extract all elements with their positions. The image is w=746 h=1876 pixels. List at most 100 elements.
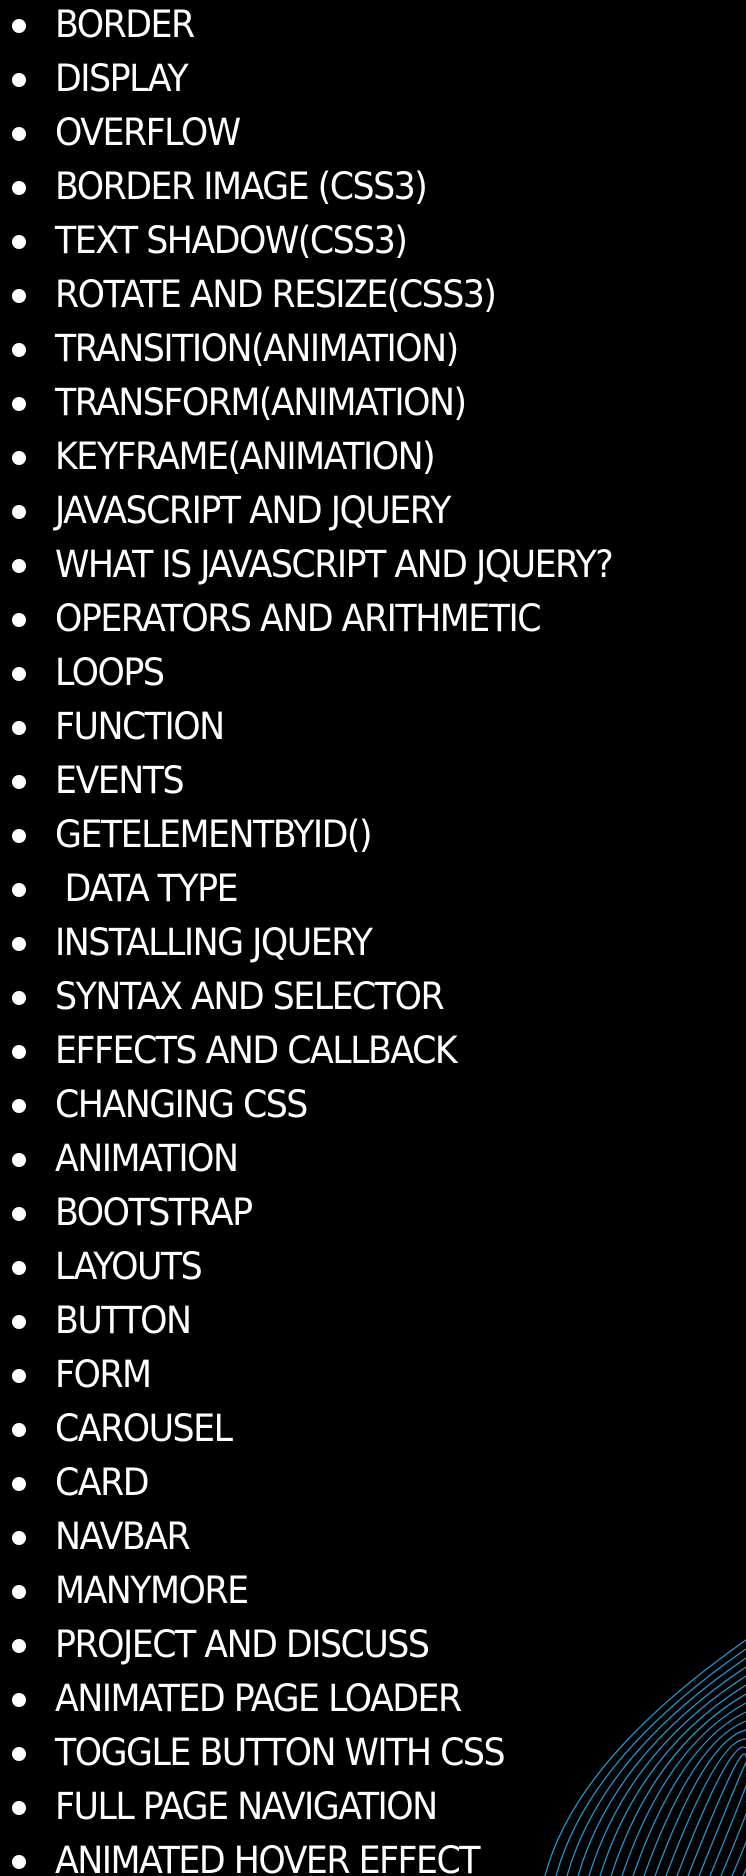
bullet-icon (12, 1423, 26, 1437)
topic-label: ANIMATION (55, 1137, 239, 1180)
topic-label: LOOPS (55, 651, 165, 694)
page: BORDER DISPLAY OVERFLOW BORDER IMAGE (CSS3)… (0, 0, 746, 1876)
bullet-icon (12, 397, 26, 411)
bullet-icon (12, 1801, 26, 1815)
topic-list-item: MANYMORE (0, 1566, 746, 1620)
topic-label: BORDER (55, 3, 195, 46)
bullet-icon (12, 1747, 26, 1761)
bullet-icon (12, 1693, 26, 1707)
bullet-icon (12, 1369, 26, 1383)
topic-list-item: EFFECTS AND CALLBACK (0, 1026, 746, 1080)
topic-label: MANYMORE (55, 1569, 249, 1612)
topic-list-item: PROJECT AND DISCUSS (0, 1620, 746, 1674)
bullet-icon (12, 19, 26, 33)
topic-list-item: LAYOUTS (0, 1242, 746, 1296)
topic-label: KEYFRAME(ANIMATION) (55, 435, 436, 478)
topic-label: SYNTAX AND SELECTOR (55, 975, 445, 1018)
topic-label: BORDER IMAGE (CSS3) (55, 165, 428, 208)
topic-list-item: JAVASCRIPT AND JQUERY (0, 486, 746, 540)
topic-list-item: LOOPS (0, 648, 746, 702)
topic-list-item: FUNCTION (0, 702, 746, 756)
topic-label: OPERATORS AND ARITHMETIC (55, 597, 542, 640)
bullet-icon (12, 1207, 26, 1221)
topic-label: INSTALLING JQUERY (55, 921, 373, 964)
bullet-icon (12, 1477, 26, 1491)
topic-list-item: FORM (0, 1350, 746, 1404)
topic-label: TRANSITION(ANIMATION) (55, 327, 459, 370)
topic-label: EVENTS (55, 759, 185, 802)
topic-list-item: NAVBAR (0, 1512, 746, 1566)
topic-label: CARD (55, 1461, 150, 1504)
topic-list-item: ROTATE AND RESIZE(CSS3) (0, 270, 746, 324)
topic-list-item: ANIMATION (0, 1134, 746, 1188)
topic-list-item: TOGGLE BUTTON WITH CSS (0, 1728, 746, 1782)
topic-label: CAROUSEL (55, 1407, 233, 1450)
topic-list-item: CARD (0, 1458, 746, 1512)
topic-label: TEXT SHADOW(CSS3) (55, 219, 408, 262)
topic-list-item: TRANSITION(ANIMATION) (0, 324, 746, 378)
bullet-icon (12, 829, 26, 843)
topic-list-item: BORDER (0, 0, 746, 54)
topic-list-item: DATA TYPE (0, 864, 746, 918)
topic-label: ANIMATED HOVER EFFECT (55, 1839, 481, 1876)
bullet-icon (12, 1855, 26, 1869)
bullet-icon (12, 721, 26, 735)
topic-list-item: OVERFLOW (0, 108, 746, 162)
topic-label: DISPLAY (55, 57, 189, 100)
bullet-icon (12, 1639, 26, 1653)
topic-label: DATA TYPE (55, 867, 239, 910)
topic-list-item: BOOTSTRAP (0, 1188, 746, 1242)
topic-list-item: EVENTS (0, 756, 746, 810)
topic-list-item: BUTTON (0, 1296, 746, 1350)
topic-label: TOGGLE BUTTON WITH CSS (55, 1731, 506, 1774)
topic-label: OVERFLOW (55, 111, 241, 154)
topic-label: BOOTSTRAP (55, 1191, 253, 1234)
topic-list-item: TEXT SHADOW(CSS3) (0, 216, 746, 270)
topic-label: GETELEMENTBYID() (55, 813, 373, 856)
topic-list-item: BORDER IMAGE (CSS3) (0, 162, 746, 216)
bullet-icon (12, 991, 26, 1005)
topic-label: LAYOUTS (55, 1245, 203, 1288)
topic-label: WHAT IS JAVASCRIPT AND JQUERY? (55, 543, 614, 586)
topic-list-item: SYNTAX AND SELECTOR (0, 972, 746, 1026)
topic-label: ANIMATED PAGE LOADER (55, 1677, 462, 1720)
topic-label: FULL PAGE NAVIGATION (55, 1785, 438, 1828)
topic-list-item: OPERATORS AND ARITHMETIC (0, 594, 746, 648)
bullet-icon (12, 937, 26, 951)
topic-list-item: KEYFRAME(ANIMATION) (0, 432, 746, 486)
bullet-icon (12, 613, 26, 627)
bullet-icon (12, 559, 26, 573)
topic-list-item: DISPLAY (0, 54, 746, 108)
topic-list-item: ANIMATED HOVER EFFECT (0, 1836, 746, 1876)
bullet-icon (12, 1315, 26, 1329)
topic-list-item: CAROUSEL (0, 1404, 746, 1458)
topic-label: PROJECT AND DISCUSS (55, 1623, 430, 1666)
bullet-icon (12, 667, 26, 681)
topic-label: FORM (55, 1353, 152, 1396)
bullet-icon (12, 1045, 26, 1059)
topic-list-item: WHAT IS JAVASCRIPT AND JQUERY? (0, 540, 746, 594)
bullet-icon (12, 73, 26, 87)
bullet-icon (12, 505, 26, 519)
topic-list-item: FULL PAGE NAVIGATION (0, 1782, 746, 1836)
bullet-icon (12, 343, 26, 357)
topic-label: CHANGING CSS (55, 1083, 308, 1126)
topic-label: EFFECTS AND CALLBACK (55, 1029, 458, 1072)
topic-list-item: TRANSFORM(ANIMATION) (0, 378, 746, 432)
bullet-icon (12, 1531, 26, 1545)
bullet-icon (12, 451, 26, 465)
topic-label: NAVBAR (55, 1515, 191, 1558)
topic-list-item: GETELEMENTBYID() (0, 810, 746, 864)
topic-label: ROTATE AND RESIZE(CSS3) (55, 273, 497, 316)
topic-list-item: INSTALLING JQUERY (0, 918, 746, 972)
topic-label: TRANSFORM(ANIMATION) (55, 381, 467, 424)
bullet-icon (12, 1099, 26, 1113)
bullet-icon (12, 289, 26, 303)
bullet-icon (12, 1585, 26, 1599)
topic-label: BUTTON (55, 1299, 192, 1342)
bullet-icon (12, 181, 26, 195)
bullet-icon (12, 883, 26, 897)
bullet-icon (12, 1153, 26, 1167)
topic-list-item: CHANGING CSS (0, 1080, 746, 1134)
bullet-icon (12, 235, 26, 249)
